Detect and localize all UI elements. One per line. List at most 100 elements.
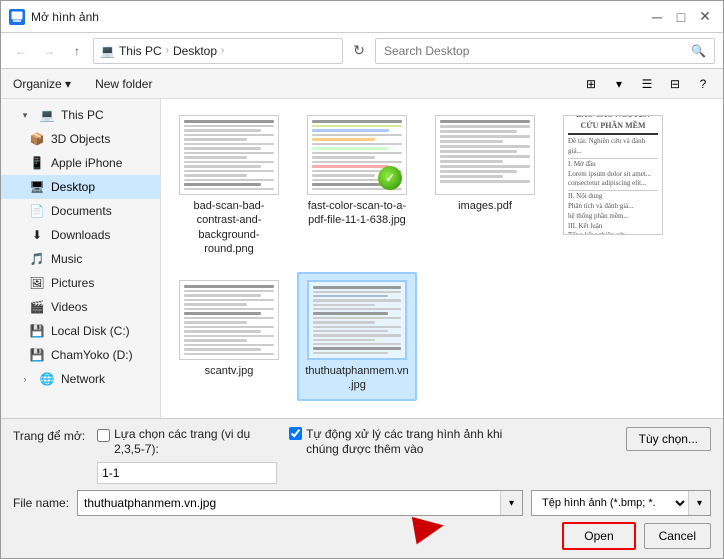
nav-bar: ← → ↑ 💻 This PC › Desktop › ↻ 🔍	[1, 33, 723, 69]
file-thumb-thuthuatphanmem	[307, 280, 407, 360]
new-folder-button[interactable]: New folder	[91, 75, 156, 93]
main-window: Mở hình ảnh ─ □ ✕ ← → ↑ 💻 This PC › Desk…	[0, 0, 724, 559]
filename-dropdown-button[interactable]: ▾	[500, 491, 522, 515]
pictures-icon: 🖼	[29, 275, 45, 291]
breadcrumb-desktop: Desktop	[173, 44, 217, 58]
new-folder-label: New folder	[95, 77, 152, 91]
forward-button[interactable]: →	[37, 39, 61, 63]
auto-process-checkbox[interactable]	[289, 427, 302, 440]
page-input[interactable]	[97, 462, 277, 484]
window-title: Mở hình ảnh	[31, 10, 647, 24]
file-item-thuthuatphanmem[interactable]: thuthuatphanmem.vn.jpg	[297, 272, 417, 401]
sidebar-item-this-pc[interactable]: ▾ 💻 This PC	[1, 103, 160, 127]
toolbar: Organize ▾ New folder ⊞ ▾ ☰ ⊟ ?	[1, 69, 723, 99]
cancel-button[interactable]: Cancel	[644, 523, 711, 549]
organize-arrow: ▾	[65, 77, 71, 91]
network-collapse-arrow: ›	[17, 371, 33, 387]
help-button[interactable]: ?	[691, 72, 715, 96]
view-large-icons-button[interactable]: ⊞	[579, 72, 603, 96]
desktop-icon: 🖥	[29, 179, 45, 195]
pc-icon: 💻	[39, 107, 55, 123]
videos-icon: 🎬	[29, 299, 45, 315]
red-arrow-icon	[412, 512, 446, 545]
file-thumb-unnamed-doc: BÁO CÁO NGUYÊN CỨU PHẦN MỀM Đề tài: Nghi…	[563, 115, 663, 235]
sidebar-item-downloads[interactable]: ⬇ Downloads	[1, 223, 160, 247]
sidebar-item-network[interactable]: › 🌐 Network	[1, 367, 160, 391]
bottom-row2: File name: ▾ Tệp hình ảnh (*.bmp; *. ▾	[13, 490, 711, 516]
file-thumb-fast-color-scan: ✓	[307, 115, 407, 195]
sidebar-item-apple-iphone[interactable]: 📱 Apple iPhone	[1, 151, 160, 175]
breadcrumb-end-arrow: ›	[221, 45, 224, 56]
sidebar: ▾ 💻 This PC 📦 3D Objects 📱 Apple iPhone …	[1, 99, 161, 418]
file-item-unnamed-doc[interactable]: BÁO CÁO NGUYÊN CỨU PHẦN MỀM Đề tài: Nghi…	[553, 107, 673, 264]
organize-button[interactable]: Organize ▾	[9, 75, 75, 93]
organize-label: Organize	[13, 77, 62, 91]
breadcrumb: 💻 This PC › Desktop ›	[93, 38, 343, 64]
sidebar-item-pictures[interactable]: 🖼 Pictures	[1, 271, 160, 295]
file-name-bad-scan: bad-scan-bad-contrast-and-background-rou…	[177, 199, 281, 256]
downloads-icon: ⬇	[29, 227, 45, 243]
sidebar-item-videos[interactable]: 🎬 Videos	[1, 295, 160, 319]
filename-input[interactable]	[78, 494, 500, 512]
sidebar-label-downloads: Downloads	[51, 228, 110, 242]
file-name-thuthuatphanmem: thuthuatphanmem.vn.jpg	[305, 364, 409, 393]
bottom-bar: Trang để mở: Lựa chọn các trang (vi dụ 2…	[1, 418, 723, 558]
back-button[interactable]: ←	[9, 39, 33, 63]
breadcrumb-arrow: ›	[166, 45, 169, 56]
view-dropdown-button[interactable]: ▾	[607, 72, 631, 96]
sidebar-label-local-disk-c: Local Disk (C:)	[51, 324, 130, 338]
up-button[interactable]: ↑	[65, 39, 89, 63]
filetype-select[interactable]: Tệp hình ảnh (*.bmp; *.	[532, 494, 688, 512]
tuy-chon-button[interactable]: Tùy chọn...	[626, 427, 711, 451]
file-item-images-pdf[interactable]: images.pdf	[425, 107, 545, 264]
sidebar-label-this-pc: This PC	[61, 108, 104, 122]
view-details-button[interactable]: ☰	[635, 72, 659, 96]
toolbar-right: ⊞ ▾ ☰ ⊟ ?	[579, 72, 715, 96]
auto-checkbox-group: Tự động xử lý các trang hình ảnh khi chú…	[289, 427, 509, 458]
search-input[interactable]	[384, 44, 687, 58]
window-controls: ─ □ ✕	[647, 7, 715, 27]
sidebar-label-network: Network	[61, 372, 105, 386]
sidebar-item-3d-objects[interactable]: 📦 3D Objects	[1, 127, 160, 151]
sidebar-label-apple-iphone: Apple iPhone	[51, 156, 122, 170]
search-box[interactable]: 🔍	[375, 38, 715, 64]
breadcrumb-icon: 💻	[100, 44, 115, 58]
open-button[interactable]: Open	[562, 522, 635, 550]
sidebar-label-pictures: Pictures	[51, 276, 94, 290]
filename-input-container: ▾	[77, 490, 523, 516]
file-name-scantv: scantv.jpg	[205, 364, 254, 378]
bottom-row1: Trang để mở: Lựa chọn các trang (vi dụ 2…	[13, 427, 711, 484]
sidebar-item-desktop[interactable]: 🖥 Desktop	[1, 175, 160, 199]
file-item-fast-color-scan[interactable]: ✓ fast-color-scan-to-a-pdf-file-11-1-638…	[297, 107, 417, 264]
filename-label: File name:	[13, 496, 69, 510]
filetype-dropdown-button[interactable]: ▾	[688, 491, 710, 515]
bottom-row3: Open Cancel	[13, 522, 711, 550]
file-item-bad-scan[interactable]: bad-scan-bad-contrast-and-background-rou…	[169, 107, 289, 264]
page-selection-checkbox[interactable]	[97, 429, 110, 442]
window-icon	[9, 9, 25, 25]
file-name-fast-color-scan: fast-color-scan-to-a-pdf-file-11-1-638.j…	[305, 199, 409, 228]
disk-d-icon: 💾	[29, 347, 45, 363]
sidebar-label-music: Music	[51, 252, 82, 266]
filetype-container: Tệp hình ảnh (*.bmp; *. ▾	[531, 490, 711, 516]
sidebar-item-documents[interactable]: 📄 Documents	[1, 199, 160, 223]
page-label: Trang để mở:	[13, 427, 85, 443]
iphone-icon: 📱	[29, 155, 45, 171]
refresh-button[interactable]: ↻	[347, 39, 371, 63]
search-icon: 🔍	[691, 44, 706, 58]
main-content: ▾ 💻 This PC 📦 3D Objects 📱 Apple iPhone …	[1, 99, 723, 418]
maximize-button[interactable]: □	[671, 7, 691, 27]
file-thumb-images-pdf	[435, 115, 535, 195]
sidebar-label-desktop: Desktop	[51, 180, 95, 194]
file-item-scantv[interactable]: scantv.jpg	[169, 272, 289, 401]
close-button[interactable]: ✕	[695, 7, 715, 27]
sidebar-item-chamyoko-d[interactable]: 💾 ChamYoko (D:)	[1, 343, 160, 367]
minimize-button[interactable]: ─	[647, 7, 667, 27]
sidebar-label-videos: Videos	[51, 300, 87, 314]
3d-icon: 📦	[29, 131, 45, 147]
sidebar-item-local-disk-c[interactable]: 💾 Local Disk (C:)	[1, 319, 160, 343]
file-thumb-scantv	[179, 280, 279, 360]
view-extra-button[interactable]: ⊟	[663, 72, 687, 96]
music-icon: 🎵	[29, 251, 45, 267]
sidebar-item-music[interactable]: 🎵 Music	[1, 247, 160, 271]
